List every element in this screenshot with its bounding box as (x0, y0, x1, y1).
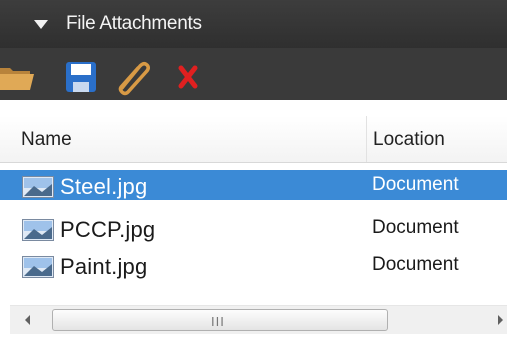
collapse-triangle-icon[interactable] (34, 20, 48, 30)
red-x-icon (178, 65, 198, 89)
file-row-steel[interactable]: Steel.jpg Document (0, 170, 507, 200)
save-button[interactable] (62, 56, 102, 96)
folder-icon (0, 68, 34, 90)
file-location: Document (372, 254, 459, 275)
paperclip-icon (118, 61, 151, 96)
panel-title: File Attachments (66, 13, 202, 34)
image-file-icon (22, 219, 54, 241)
attach-button[interactable] (112, 56, 152, 96)
open-folder-button[interactable] (0, 56, 40, 96)
file-location: Document (372, 174, 459, 195)
horizontal-scrollbar[interactable]: III (10, 305, 507, 334)
file-row-paint[interactable]: Paint.jpg Document (0, 250, 507, 280)
scrollbar-thumb[interactable]: III (52, 309, 388, 331)
file-row-pccp[interactable]: PCCP.jpg Document (0, 213, 507, 243)
file-name: Paint.jpg (60, 254, 148, 279)
file-name: PCCP.jpg (60, 217, 156, 242)
floppy-disk-icon (66, 62, 96, 92)
file-name: Steel.jpg (60, 174, 148, 199)
image-file-icon (22, 176, 54, 198)
delete-button[interactable] (172, 56, 212, 96)
file-location: Document (372, 217, 459, 238)
column-name-header[interactable]: Name (21, 129, 72, 151)
toolbar (0, 48, 507, 100)
scroll-left-arrow-icon[interactable] (22, 313, 32, 327)
column-separator[interactable] (366, 116, 367, 162)
file-attachments-panel: File Attachments Name Location Steel.jpg… (0, 0, 507, 342)
scroll-right-arrow-icon[interactable] (496, 313, 506, 327)
column-location-header[interactable]: Location (373, 129, 445, 151)
column-header: Name Location (0, 116, 507, 163)
image-file-icon (22, 256, 54, 278)
scrollbar-grip: III (211, 314, 225, 329)
panel-header[interactable]: File Attachments (0, 0, 507, 48)
